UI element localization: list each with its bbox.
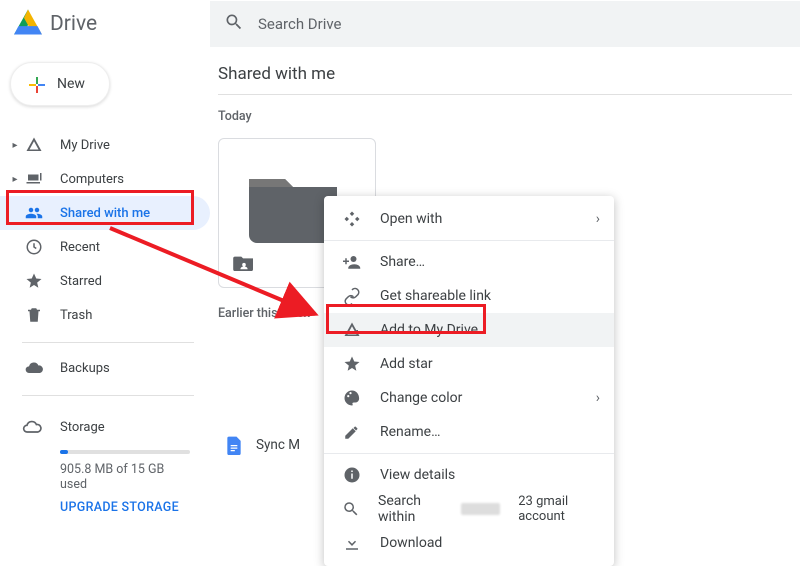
clock-icon [24,237,44,257]
nav-label: Computers [60,172,124,187]
nav-label: Starred [60,274,102,289]
page-title: Shared with me [218,64,792,84]
plus-icon [25,73,47,95]
storage-label: Storage [60,420,105,435]
computers-icon [24,169,44,189]
chevron-right-icon: › [596,390,600,406]
ctx-label: Download [380,535,442,551]
ctx-change-color[interactable]: Change color › [324,381,614,415]
cloud-outline-icon [22,417,42,437]
ctx-label: View details [380,467,455,483]
shared-folder-icon [233,253,255,271]
nav-label: Backups [60,361,110,376]
new-button[interactable]: New [10,62,110,106]
cloud-icon [24,358,44,378]
ctx-get-link[interactable]: Get shareable link [324,279,614,313]
sidebar-item-trash[interactable]: Trash [0,298,210,332]
ctx-rename[interactable]: Rename… [324,415,614,449]
drive-triangle-icon [24,135,44,155]
chevron-right-icon: › [596,211,600,227]
ctx-label: Share… [380,254,425,270]
nav-label: Trash [60,308,92,323]
ctx-open-with[interactable]: Open with › [324,202,614,236]
palette-icon [342,389,362,407]
sidebar-item-starred[interactable]: Starred [0,264,210,298]
app-title: Drive [50,12,97,36]
ctx-label: Open with [380,211,442,227]
ctx-label: Add star [380,356,433,372]
ctx-search-within[interactable]: Search within 23 gmail account [324,492,614,526]
sidebar-item-backups[interactable]: Backups [0,351,210,385]
redacted-text [461,503,500,515]
open-with-icon [342,210,362,228]
sidebar-item-my-drive[interactable]: ▸ My Drive [0,128,210,162]
drive-logo-area[interactable]: Drive [0,8,210,40]
sidebar-item-storage[interactable]: Storage [22,410,190,444]
ctx-label: Get shareable link [380,288,491,304]
drive-add-icon [342,321,362,339]
caret-icon: ▸ [8,140,22,151]
sidebar: New ▸ My Drive ▸ Computers [0,48,210,516]
link-icon [342,287,362,305]
nav-label: Shared with me [60,206,150,221]
ctx-label: Change color [380,390,462,406]
new-button-label: New [57,76,85,92]
upgrade-storage-link[interactable]: UPGRADE STORAGE [60,500,190,515]
ctx-add-star[interactable]: Add star [324,347,614,381]
star-icon [342,355,362,373]
search-input[interactable] [258,15,786,33]
ctx-label: Search within [378,493,443,525]
ctx-label: Rename… [380,424,440,440]
star-icon [24,271,44,291]
person-add-icon [342,253,362,271]
sidebar-item-recent[interactable]: Recent [0,230,210,264]
info-icon [342,466,362,484]
search-icon [342,500,360,518]
search-icon [224,12,244,36]
section-today: Today [218,109,792,124]
people-icon [24,203,44,223]
storage-used-text: 905.8 MB of 15 GB used [60,462,190,492]
ctx-view-details[interactable]: View details [324,458,614,492]
download-icon [342,534,362,552]
caret-icon: ▸ [8,174,22,185]
ctx-download[interactable]: Download [324,526,614,560]
drive-logo-icon [14,8,42,40]
rename-icon [342,423,362,441]
file-name: Sync M [256,437,300,453]
docs-icon [224,433,244,457]
ctx-label: Add to My Drive [380,322,478,338]
context-menu: Open with › Share… Get shareable link Ad… [324,196,614,566]
ctx-share[interactable]: Share… [324,245,614,279]
sidebar-item-computers[interactable]: ▸ Computers [0,162,210,196]
sidebar-item-shared-with-me[interactable]: Shared with me [0,196,210,230]
search-bar[interactable] [210,1,800,47]
ctx-add-to-drive[interactable]: Add to My Drive [324,313,614,347]
trash-icon [24,305,44,325]
storage-bar [60,450,190,454]
ctx-label-suffix: 23 gmail account [518,494,596,524]
nav-label: My Drive [60,138,110,153]
nav-label: Recent [60,240,100,255]
